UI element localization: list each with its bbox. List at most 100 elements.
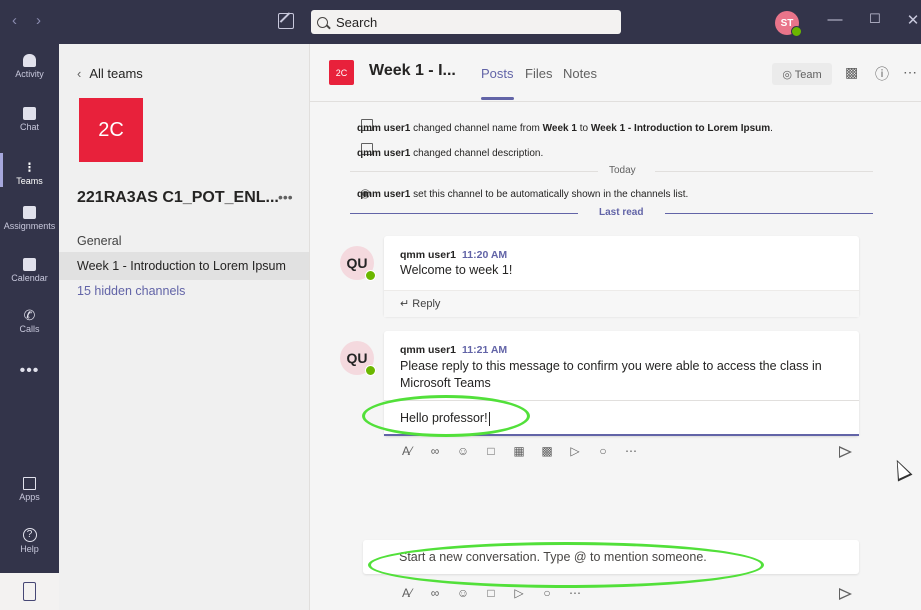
last-read-line [665, 213, 873, 214]
avatar[interactable]: QU [340, 341, 376, 376]
emoji-icon[interactable]: ☺ [456, 586, 470, 600]
search-input[interactable]: Search [311, 10, 621, 34]
new-channel-name: Week 1 - Introduction to Lorem Ipsum [590, 123, 771, 134]
mobile-device-button[interactable] [0, 573, 59, 610]
system-user: qmm user1 [357, 123, 411, 134]
avatar-initials: QU [346, 350, 368, 366]
more-options-icon[interactable]: ⋯ [624, 444, 638, 458]
new-chat-icon[interactable] [278, 13, 294, 29]
back-arrow-icon[interactable]: ‹ [12, 12, 17, 29]
phone-icon: ✆ [23, 307, 36, 323]
all-teams-label: All teams [89, 66, 143, 81]
rail-label: Apps [19, 492, 40, 502]
rail-label: Calendar [11, 273, 48, 283]
channel-header: 2C Week 1 - I... Posts Files Notes ◎ Tea… [310, 44, 921, 102]
channel-main: 2C Week 1 - I... Posts Files Notes ◎ Tea… [310, 44, 921, 610]
team-more-options-icon[interactable]: ••• [278, 189, 293, 205]
maximize-icon[interactable]: ☐ [866, 11, 884, 27]
sticker-icon[interactable]: □ [484, 586, 498, 600]
last-read-label: Last read [599, 207, 644, 218]
channel-team-tile: 2C [329, 60, 354, 85]
hidden-channels-link[interactable]: 15 hidden channels [59, 277, 309, 305]
presence-icon [365, 365, 376, 376]
calendar-icon [23, 258, 36, 271]
message-text: Please reply to this message to confirm … [400, 359, 822, 390]
rail-label: Calls [19, 324, 40, 334]
rail-item-assignments[interactable]: Assignments [0, 206, 59, 231]
system-text: changed channel description. [410, 148, 544, 159]
tab-notes[interactable]: Notes [563, 66, 597, 81]
stream-icon[interactable]: ▷ [568, 444, 582, 458]
info-icon[interactable]: ⓘ [875, 64, 889, 84]
search-icon [317, 16, 328, 28]
forward-arrow-icon[interactable]: › [36, 12, 41, 29]
reply-label: Reply [412, 298, 441, 310]
message-time: 11:20 AM [462, 249, 508, 261]
more-options-icon[interactable]: ⋯ [903, 64, 917, 81]
highlight-reply-annotation [362, 395, 530, 437]
assignments-icon [23, 206, 36, 219]
app-rail: Activity Chat ⁝ Teams Assignments Calend… [0, 44, 59, 610]
send-icon[interactable] [839, 446, 852, 458]
meet-video-icon[interactable]: ▩ [845, 64, 858, 81]
rail-label: Assignments [3, 221, 56, 231]
team-button[interactable]: ◎ Team [772, 63, 832, 85]
format-icon[interactable]: A⁄ [400, 586, 414, 600]
message-header: qmm user1 11:21 AM [400, 344, 507, 356]
message-header: qmm user1 11:20 AM [400, 249, 507, 261]
all-teams-link[interactable]: ‹ All teams [77, 66, 143, 81]
chevron-left-icon: ‹ [77, 66, 82, 81]
rail-item-teams[interactable]: ⁝ Teams [0, 153, 59, 187]
reply-arrow-icon: ↵ [400, 298, 410, 310]
old-channel-name: Week 1 [542, 123, 577, 134]
team-panel: ‹ All teams 2C 221RA3AS C1_POT_ENL... •••… [59, 44, 310, 610]
emoji-icon[interactable]: ☺ [456, 444, 470, 458]
today-divider-label: Today [609, 165, 636, 176]
praise-icon[interactable]: ○ [596, 444, 610, 458]
channel-week-1[interactable]: Week 1 - Introduction to Lorem Ipsum [59, 252, 309, 280]
more-options-icon[interactable]: ⋯ [568, 586, 582, 600]
system-text: . [770, 123, 773, 134]
reply-button[interactable]: ↵ Reply [400, 297, 440, 310]
bell-icon [23, 54, 36, 67]
rail-item-calls[interactable]: ✆ Calls [0, 307, 59, 334]
teams-icon: ⁝ [27, 159, 32, 175]
meet-now-icon[interactable]: ▩ [540, 444, 554, 458]
rail-item-help[interactable]: ? Help [0, 528, 59, 554]
schedule-meeting-icon[interactable]: ▦ [512, 444, 526, 458]
message-author: qmm user1 [400, 249, 457, 261]
minimize-icon[interactable]: — [826, 11, 844, 28]
attach-icon[interactable]: ∞ [428, 586, 442, 600]
rail-item-chat[interactable]: Chat [0, 107, 59, 132]
rail-item-apps[interactable]: Apps [0, 477, 59, 502]
format-icon[interactable]: A⁄ [400, 444, 414, 458]
channel-general[interactable]: General [59, 227, 309, 255]
rail-item-calendar[interactable]: Calendar [0, 258, 59, 283]
sticker-icon[interactable]: □ [484, 444, 498, 458]
rail-item-activity[interactable]: Activity [0, 54, 59, 79]
system-message-rename: qmm user1 changed channel name from Week… [357, 123, 773, 134]
reply-bar[interactable]: ↵ Reply [384, 290, 859, 317]
reply-format-toolbar: A⁄ ∞ ☺ □ ▦ ▩ ▷ ○ ⋯ [400, 444, 652, 458]
tab-posts[interactable]: Posts [481, 66, 514, 81]
compose-format-toolbar: A⁄ ∞ ☺ □ ▷ ○ ⋯ [400, 586, 596, 600]
team-name: 221RA3AS C1_POT_ENL... [77, 189, 279, 206]
close-icon[interactable]: ✕ [904, 11, 921, 29]
tab-files[interactable]: Files [525, 66, 552, 81]
system-text: set this channel to be automatically sho… [410, 189, 689, 200]
system-user: qmm user1 [357, 148, 411, 159]
avatar[interactable]: QU [340, 246, 376, 281]
praise-icon[interactable]: ○ [540, 586, 554, 600]
message-time: 11:21 AM [462, 344, 508, 356]
presence-icon [365, 270, 376, 281]
more-apps-icon[interactable]: ••• [0, 362, 59, 380]
attach-icon[interactable]: ∞ [428, 444, 442, 458]
rail-label: Help [20, 544, 39, 554]
presence-icon [791, 26, 802, 37]
send-icon[interactable] [839, 588, 852, 600]
message-card: qmm user1 11:20 AM Welcome to week 1! ↵ R… [384, 236, 859, 317]
stream-icon[interactable]: ▷ [512, 586, 526, 600]
user-avatar[interactable]: ST [775, 11, 802, 37]
system-text: changed channel name from [410, 123, 543, 134]
rail-label: Teams [16, 176, 43, 186]
